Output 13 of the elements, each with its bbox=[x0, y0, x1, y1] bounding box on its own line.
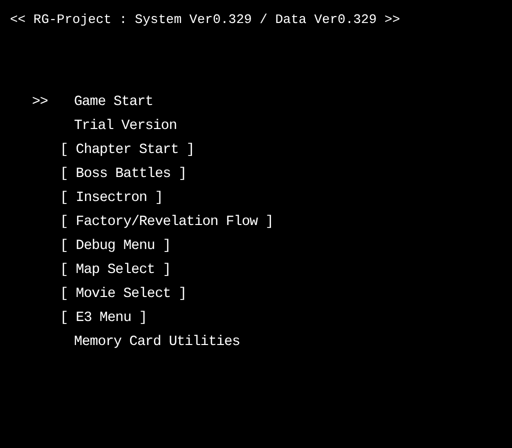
menu-item[interactable]: Trial Version bbox=[74, 116, 177, 136]
menu-item[interactable]: Memory Card Utilities bbox=[74, 332, 240, 352]
menu-item[interactable]: [ Debug Menu ] bbox=[60, 236, 171, 256]
menu-item[interactable]: [ Movie Select ] bbox=[60, 284, 186, 304]
menu-item[interactable]: [ Map Select ] bbox=[60, 260, 171, 280]
menu-item[interactable]: Game Start bbox=[74, 92, 154, 112]
menu-cursor: >> bbox=[32, 94, 48, 110]
menu-item[interactable]: [ E3 Menu ] bbox=[60, 308, 147, 328]
menu-item[interactable]: [ Chapter Start ] bbox=[60, 140, 194, 160]
menu-title: << RG-Project : System Ver0.329 / Data Ver0.329 >> bbox=[10, 12, 400, 27]
menu-item[interactable]: [ Boss Battles ] bbox=[60, 164, 186, 184]
menu-item[interactable]: [ Factory/Revelation Flow ] bbox=[60, 212, 274, 232]
menu-item[interactable]: [ Insectron ] bbox=[60, 188, 163, 208]
